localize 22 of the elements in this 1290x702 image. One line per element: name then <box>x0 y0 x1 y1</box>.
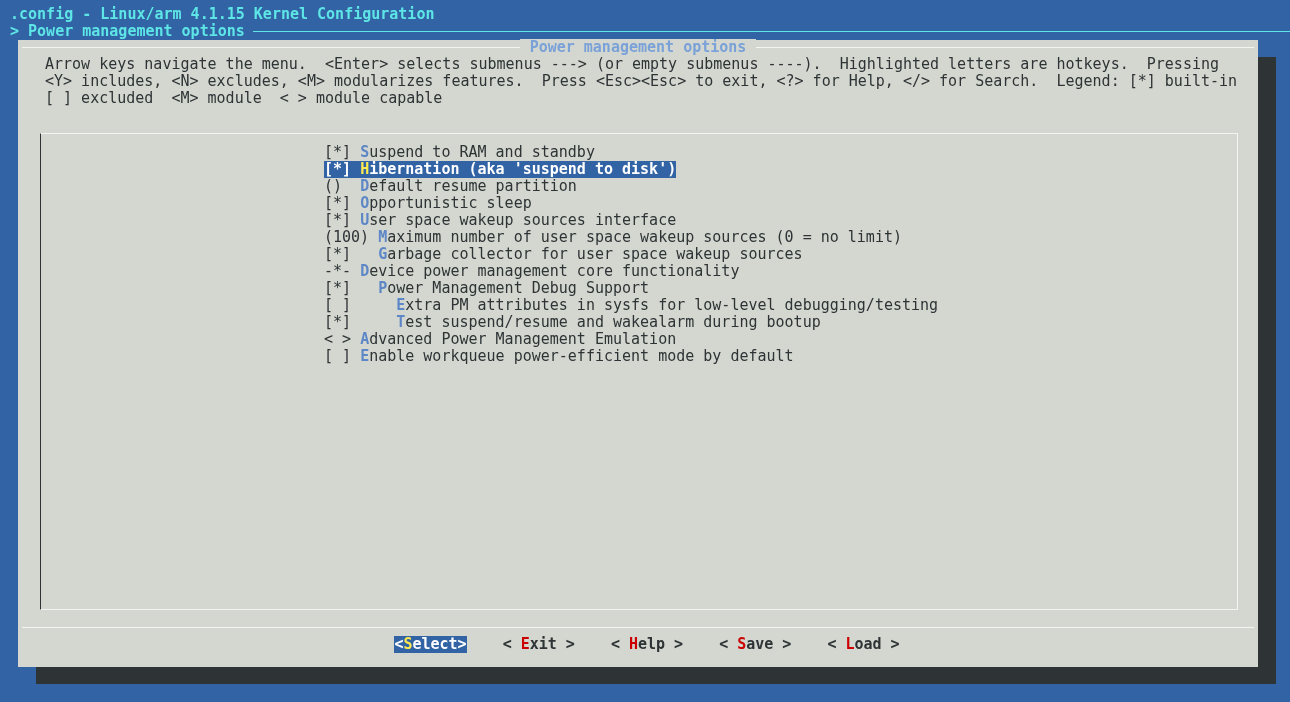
menu-item[interactable]: [*] Power Management Debug Support <box>324 280 650 297</box>
menu-item[interactable]: [*] Garbage collector for user space wakeup sources <box>324 246 803 263</box>
dialog-title: Power management options <box>519 39 757 56</box>
dialog-button[interactable]: < Load > <box>827 636 900 653</box>
menu-item[interactable]: [*] Hibernation (aka 'suspend to disk') <box>324 161 677 178</box>
menu-item[interactable]: [ ] Enable workqueue power-efficient mode by default <box>324 348 794 365</box>
window-title: .config - Linux/arm 4.1.15 Kernel Configuration <box>9 6 435 23</box>
dialog-button[interactable]: < Help > <box>610 636 684 653</box>
menu-item[interactable]: -*- Device power management core functionality <box>324 263 740 280</box>
help-text: Arrow keys navigate the menu. <Enter> selects submenus ---> (or empty submenus ----). Highlighted letters are hotkeys. Pressing <Y> includes, <N> excludes, <M> modularizes features. Press <Esc><Esc> to exit, <?> for Help, </> for Search. Legend: [*] built-in [ ] excluded <M> module < > module capable <box>45 56 1239 107</box>
menu-item[interactable]: [*] Test suspend/resume and wakealarm during bootup <box>324 314 821 331</box>
menu-item[interactable]: [*] Suspend to RAM and standby <box>324 144 595 161</box>
dialog-button[interactable]: <Select> <box>394 636 467 653</box>
menu-item[interactable]: () Default resume partition <box>324 178 577 195</box>
menu-item[interactable]: [*] User space wakeup sources interface <box>324 212 677 229</box>
menu-item[interactable]: < > Advanced Power Management Emulation <box>324 331 677 348</box>
menu-item[interactable]: (100) Maximum number of user space wakeup sources (0 = no limit) <box>324 229 902 246</box>
dialog-button[interactable]: < Save > <box>719 636 792 653</box>
menu-item[interactable]: [*] Opportunistic sleep <box>324 195 532 212</box>
menu-item[interactable]: [ ] Extra PM attributes in sysfs for low-level debugging/testing <box>324 297 939 314</box>
breadcrumb: > Power management options <box>9 23 245 40</box>
dialog-button[interactable]: < Exit > <box>502 636 575 653</box>
